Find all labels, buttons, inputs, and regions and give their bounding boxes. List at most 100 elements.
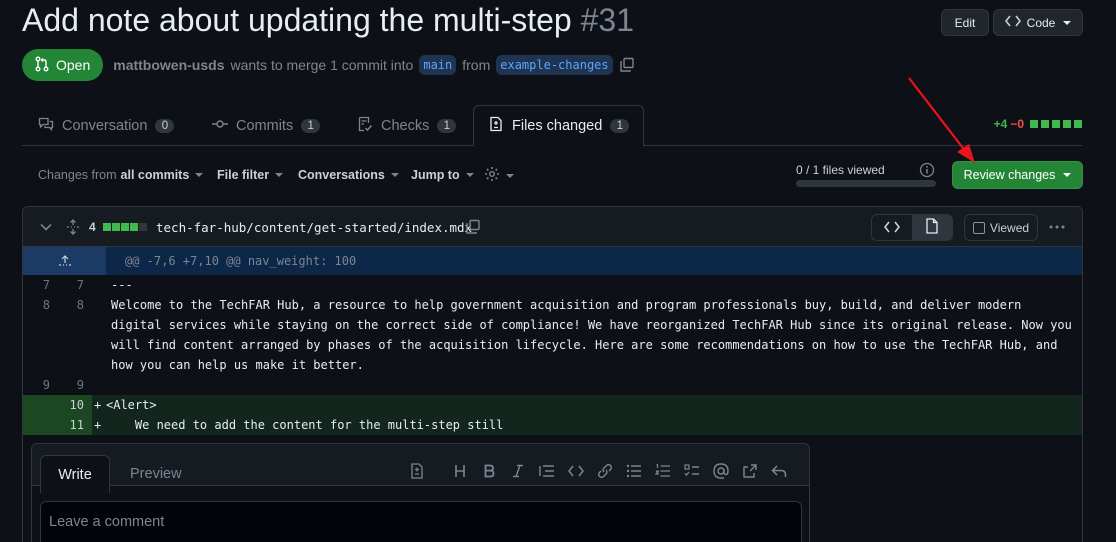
comment-textarea[interactable]: Leave a comment <box>40 501 802 542</box>
new-line-number[interactable]: 10 <box>58 395 92 415</box>
line-code: --- <box>111 278 133 292</box>
file-path[interactable]: tech-far-hub/content/get-started/index.m… <box>156 207 472 247</box>
state-label: Open <box>56 57 91 73</box>
diffstat-block <box>139 223 147 231</box>
code-icon[interactable] <box>561 461 590 481</box>
diff-body: @@ -7,6 +7,10 @@ nav_weight: 100 7 7 ---… <box>23 247 1082 435</box>
cross-reference-icon[interactable] <box>735 461 764 481</box>
review-changes-button[interactable]: Review changes <box>952 161 1083 189</box>
viewed-label: Viewed <box>989 220 1030 235</box>
tab-count: 0 <box>155 118 175 133</box>
preview-tab[interactable]: Preview <box>130 455 182 493</box>
changes-from-value: all commits <box>120 168 190 182</box>
diff-view-toggle <box>871 214 953 241</box>
pr-tabs: Conversation 0 Commits 1 Checks 1 Files … <box>22 105 1082 147</box>
old-line-number[interactable]: 7 <box>23 275 58 295</box>
list-unordered-icon[interactable] <box>619 461 648 481</box>
expand-all-icon[interactable] <box>65 207 81 247</box>
diff-line-added: 11 + We need to add the content for the … <box>23 415 1082 435</box>
file-filter-dropdown[interactable]: File filter <box>217 168 284 182</box>
diff-line: 8 8 Welcome to the TechFAR Hub, a resour… <box>23 295 1082 375</box>
quote-icon[interactable] <box>532 461 561 481</box>
files-viewed-bar <box>796 180 936 187</box>
new-line-number[interactable]: 11 <box>58 415 92 435</box>
source-diff-button[interactable] <box>872 215 912 240</box>
chevron-down-icon <box>275 173 284 177</box>
diffstat-block <box>1063 120 1071 128</box>
pr-title: Add note about updating the multi-step #… <box>22 2 634 39</box>
gear-icon <box>484 166 500 185</box>
file-icon <box>925 218 939 237</box>
diffstat-block <box>112 223 120 231</box>
from-text: from <box>462 57 491 73</box>
head-branch[interactable]: example-changes <box>496 55 613 75</box>
info-icon[interactable] <box>919 162 935 181</box>
git-commit-icon <box>212 116 228 136</box>
tasklist-icon[interactable] <box>677 461 706 481</box>
old-line-number[interactable] <box>23 395 58 415</box>
hunk-text: @@ -7,6 +7,10 @@ nav_weight: 100 <box>125 254 357 268</box>
new-line-number[interactable]: 7 <box>58 275 92 295</box>
file-diff-icon[interactable] <box>402 461 431 481</box>
file-header: 4 tech-far-hub/content/get-started/index… <box>23 207 1082 247</box>
comment-form-header: Write Preview <box>32 444 809 493</box>
new-line-number[interactable]: 9 <box>58 375 92 395</box>
base-branch[interactable]: main <box>419 55 457 75</box>
mention-icon[interactable] <box>706 461 735 481</box>
tab-count: 1 <box>610 119 630 133</box>
author-link[interactable]: mattbowen-usds <box>113 57 224 73</box>
reply-icon[interactable] <box>764 461 793 481</box>
kebab-horizontal-icon[interactable] <box>1048 217 1066 233</box>
tab-conversation[interactable]: Conversation 0 <box>38 105 175 146</box>
new-line-number[interactable]: 8 <box>58 295 92 375</box>
jump-to-dropdown[interactable]: Jump to <box>411 168 474 182</box>
tab-label: Files changed <box>512 118 603 134</box>
diff-line: 7 7 --- <box>23 275 1082 295</box>
diffstat-block <box>1052 120 1060 128</box>
copy-icon[interactable] <box>619 57 635 73</box>
additions-count: +4 <box>993 117 1008 131</box>
diffstat-block <box>1074 120 1082 128</box>
tab-files-changed[interactable]: Files changed 1 <box>473 105 645 147</box>
old-line-number[interactable] <box>23 415 58 435</box>
chevron-down-icon <box>195 173 204 177</box>
file-diffstat <box>103 207 147 247</box>
code-button[interactable]: Code <box>993 9 1083 36</box>
rich-diff-button[interactable] <box>911 215 952 240</box>
changes-from-dropdown[interactable]: Changes from all commits <box>38 168 204 182</box>
diff-settings-dropdown[interactable] <box>484 166 514 185</box>
link-icon[interactable] <box>590 461 619 481</box>
collapse-chevron-icon[interactable] <box>40 207 52 247</box>
tab-count: 1 <box>437 118 457 133</box>
jump-to-label: Jump to <box>411 168 460 182</box>
tab-checks[interactable]: Checks 1 <box>357 105 457 146</box>
checkbox-icon <box>972 221 985 234</box>
pr-header: Add note about updating the multi-step #… <box>22 0 1097 48</box>
chevron-down-icon <box>1063 20 1072 25</box>
list-ordered-icon[interactable] <box>648 461 677 481</box>
changes-from-prefix: Changes from <box>38 168 117 182</box>
italic-icon[interactable] <box>503 461 532 481</box>
chevron-down-icon <box>1063 173 1072 177</box>
merge-text: wants to merge 1 commit into <box>230 57 414 73</box>
comment-form: Write Preview Leave a comment <box>31 443 810 542</box>
copy-path-icon[interactable] <box>465 207 481 247</box>
diffstat-block <box>130 223 138 231</box>
tab-label: Conversation <box>62 117 148 134</box>
diff-toolbar: Changes from all commits File filter Con… <box>38 161 1083 190</box>
viewed-checkbox[interactable]: Viewed <box>964 214 1038 241</box>
line-code: <Alert> <box>106 398 157 412</box>
heading-icon[interactable] <box>445 461 474 481</box>
chevron-down-icon <box>465 173 474 177</box>
conversations-dropdown[interactable]: Conversations <box>298 168 399 182</box>
tab-commits[interactable]: Commits 1 <box>212 105 321 146</box>
line-code: Welcome to the TechFAR Hub, a resource t… <box>111 298 1080 372</box>
bold-icon[interactable] <box>474 461 503 481</box>
old-line-number[interactable]: 9 <box>23 375 58 395</box>
old-line-number[interactable]: 8 <box>23 295 58 375</box>
diffstat-block <box>103 223 111 231</box>
write-tab[interactable]: Write <box>40 455 110 493</box>
edit-button[interactable]: Edit <box>941 9 989 36</box>
tab-label: Checks <box>381 117 430 134</box>
expand-up-icon[interactable] <box>23 247 106 275</box>
